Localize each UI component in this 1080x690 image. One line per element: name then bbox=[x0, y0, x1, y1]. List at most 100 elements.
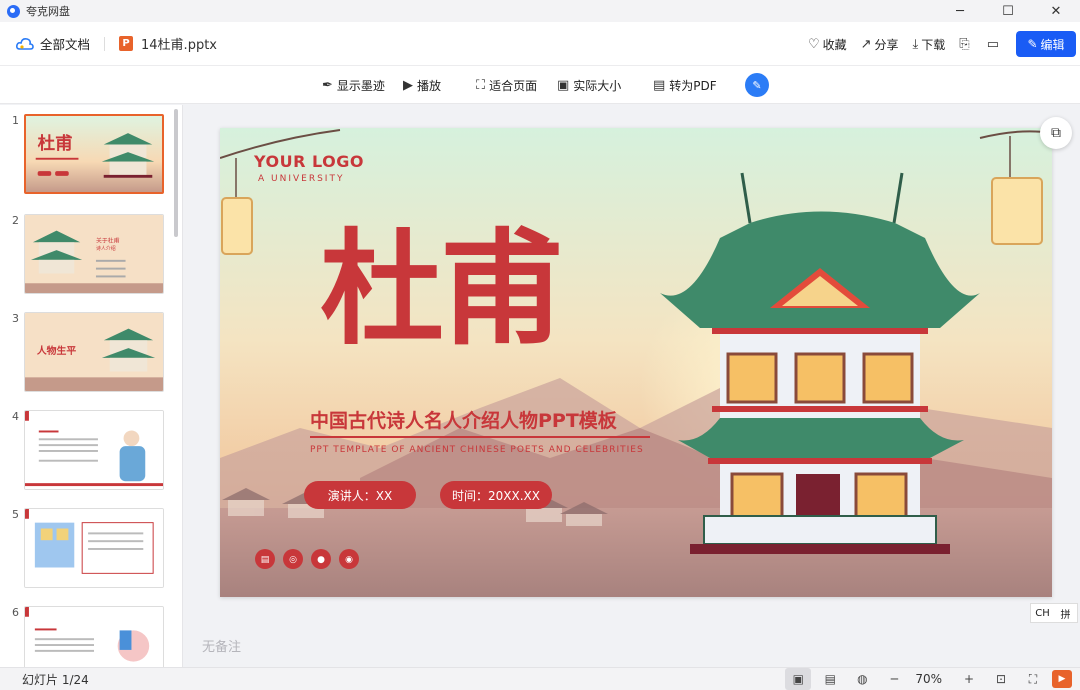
normal-view-icon: ▣ bbox=[792, 672, 804, 686]
window-controls: ─ ☐ ✕ bbox=[936, 0, 1080, 22]
svg-text:▤: ▤ bbox=[261, 555, 270, 565]
header-actions: ♡ 收藏 ↗ 分享 ⤓ 下载 ⎘ ▭ ✎ 编辑 bbox=[808, 22, 1080, 66]
actual-size-icon: ▣ bbox=[557, 77, 570, 93]
screenshot-tool-button[interactable]: ⧉ bbox=[1040, 117, 1072, 149]
pptx-file-icon: P bbox=[119, 36, 134, 51]
app-title: 夸克网盘 bbox=[26, 5, 70, 18]
thumbnail-item[interactable]: 5 bbox=[0, 508, 175, 592]
download-button[interactable]: ⤓ 下载 bbox=[913, 36, 946, 53]
share-icon: ↗ bbox=[860, 36, 872, 52]
slide-logo: YOUR LOGO bbox=[254, 152, 364, 171]
heart-icon: ♡ bbox=[807, 36, 820, 52]
svg-text:◎: ◎ bbox=[289, 555, 297, 565]
normal-view-button[interactable]: ▣ bbox=[785, 668, 812, 690]
svg-text:●: ● bbox=[317, 555, 325, 565]
show-ink-label: 显示墨迹 bbox=[336, 78, 385, 93]
favorite-button[interactable]: ♡ 收藏 bbox=[808, 36, 847, 53]
thumbnail-number: 1 bbox=[12, 114, 19, 127]
slide-counter: 幻灯片 1/24 bbox=[22, 672, 89, 687]
thumbnail-image[interactable] bbox=[24, 410, 164, 490]
thumbnail-item[interactable]: 2 关于杜甫 诗人介绍 bbox=[0, 214, 175, 298]
ime-language: CH bbox=[1035, 607, 1050, 619]
slide-thumbnail-panel: 1 杜甫 2 关于杜甫 诗人介绍 3 人物生平 4 5 6 bbox=[0, 105, 183, 667]
fullscreen-icon: ⛶ bbox=[1028, 671, 1038, 686]
notes-view-button[interactable]: ▤ bbox=[817, 668, 843, 690]
thumbnail-item[interactable]: 1 杜甫 bbox=[0, 114, 175, 198]
language-button[interactable]: ◍ bbox=[849, 668, 875, 690]
thumbnail-scrollbar[interactable] bbox=[174, 109, 178, 237]
close-button[interactable]: ✕ bbox=[1032, 0, 1080, 22]
play-label: 播放 bbox=[417, 78, 442, 93]
globe-icon: ◍ bbox=[857, 672, 868, 686]
minus-icon: ─ bbox=[890, 672, 898, 686]
show-ink-button[interactable]: ✒ 显示墨迹 bbox=[322, 66, 385, 104]
open-file-icon: ⎘ bbox=[959, 36, 970, 52]
title-underline bbox=[310, 436, 650, 438]
ime-indicator[interactable]: CH 拼 bbox=[1030, 603, 1078, 623]
fullscreen-button[interactable]: ⛶ bbox=[1020, 668, 1046, 690]
slideshow-play-icon: ▶ bbox=[1058, 674, 1066, 684]
zoom-out-button[interactable]: ─ bbox=[881, 668, 907, 690]
minimize-button[interactable]: ─ bbox=[936, 0, 984, 22]
thumbnail-item[interactable]: 6 bbox=[0, 606, 175, 667]
thumbnail-3-title: 人物生平 bbox=[37, 344, 77, 357]
thumbnail-image[interactable] bbox=[24, 606, 164, 667]
thumbnail-6-art bbox=[25, 607, 163, 667]
all-docs-link[interactable]: 全部文档 bbox=[16, 34, 90, 53]
presenter-pill: 演讲人：XX bbox=[304, 481, 416, 509]
download-icon: ⤓ bbox=[912, 36, 919, 52]
viewer-toolbar: ✒ 显示墨迹 ▶ 播放 ⛶ 适合页面 ▣ 实际大小 ▤ 转为PDF ✎ bbox=[0, 66, 1080, 104]
download-label: 下载 bbox=[921, 37, 946, 52]
speaker-notes[interactable]: 无备注 bbox=[202, 636, 241, 655]
thumbnail-number: 2 bbox=[12, 214, 19, 227]
fit-window-button[interactable]: ⊡ bbox=[988, 668, 1014, 690]
edit-button[interactable]: ✎ 编辑 bbox=[1016, 31, 1076, 57]
share-button[interactable]: ↗ 分享 bbox=[861, 36, 899, 53]
zoom-level: 70% bbox=[915, 672, 942, 686]
maximize-button[interactable]: ☐ bbox=[984, 0, 1032, 22]
feedback-icon: ▭ bbox=[986, 36, 999, 52]
play-button[interactable]: ▶ 播放 bbox=[403, 66, 441, 104]
thumbnail-image[interactable]: 人物生平 bbox=[24, 312, 164, 392]
open-external-button[interactable]: ⎘ bbox=[959, 37, 972, 52]
ai-edit-icon: ✎ bbox=[752, 78, 762, 92]
convert-pdf-button[interactable]: ▤ 转为PDF bbox=[653, 66, 717, 104]
notes-view-icon: ▤ bbox=[824, 672, 836, 686]
thumbnail-1-art: 杜甫 bbox=[26, 116, 162, 192]
thumbnail-image[interactable] bbox=[24, 508, 164, 588]
copy-frame-icon: ⧉ bbox=[1051, 125, 1061, 141]
pdf-icon: ▤ bbox=[653, 77, 666, 93]
thumbnail-item[interactable]: 3 人物生平 bbox=[0, 312, 175, 396]
file-name: 14杜甫.pptx bbox=[141, 38, 217, 53]
pencil-icon: ✎ bbox=[1027, 37, 1038, 51]
ime-mode: 拼 bbox=[1060, 609, 1071, 621]
actual-size-button[interactable]: ▣ 实际大小 bbox=[557, 66, 621, 104]
favorite-label: 收藏 bbox=[822, 37, 847, 52]
feedback-button[interactable]: ▭ bbox=[987, 37, 1002, 52]
thumbnail-image[interactable]: 关于杜甫 诗人介绍 bbox=[24, 214, 164, 294]
actual-size-label: 实际大小 bbox=[573, 78, 622, 93]
ai-assistant-button[interactable]: ✎ bbox=[745, 73, 769, 97]
slide-canvas: ▤ ◎ ● ◉ YOUR LOGO A UNIVERSITY 杜甫 中国古代诗人名人介… bbox=[184, 105, 1080, 667]
thumbnail-number: 5 bbox=[12, 508, 19, 521]
convert-pdf-label: 转为PDF bbox=[669, 78, 717, 93]
play-circle-icon: ▶ bbox=[403, 77, 413, 93]
plus-icon: + bbox=[963, 672, 975, 686]
zoom-in-button[interactable]: + bbox=[956, 668, 982, 690]
thumbnail-2-title: 关于杜甫 bbox=[96, 236, 120, 244]
all-docs-label: 全部文档 bbox=[40, 37, 91, 52]
fit-window-icon: ⊡ bbox=[995, 672, 1007, 686]
slide-preview: ▤ ◎ ● ◉ YOUR LOGO A UNIVERSITY 杜甫 中国古代诗人名人介… bbox=[220, 128, 1052, 597]
thumbnail-4-art bbox=[25, 411, 163, 489]
thumbnail-number: 4 bbox=[12, 410, 19, 423]
thumbnail-number: 6 bbox=[12, 606, 19, 619]
cloud-icon bbox=[16, 37, 34, 50]
slide-english-subtitle: PPT TEMPLATE OF ANCIENT CHINESE POETS AN… bbox=[310, 445, 644, 455]
fit-page-button[interactable]: ⛶ 适合页面 bbox=[476, 66, 537, 104]
ink-icon: ✒ bbox=[322, 77, 333, 93]
thumbnail-item[interactable]: 4 bbox=[0, 410, 175, 494]
fit-page-label: 适合页面 bbox=[489, 78, 538, 93]
thumbnail-number: 3 bbox=[12, 312, 19, 325]
slideshow-button[interactable]: ▶ bbox=[1052, 670, 1072, 688]
thumbnail-image[interactable]: 杜甫 bbox=[24, 114, 164, 194]
